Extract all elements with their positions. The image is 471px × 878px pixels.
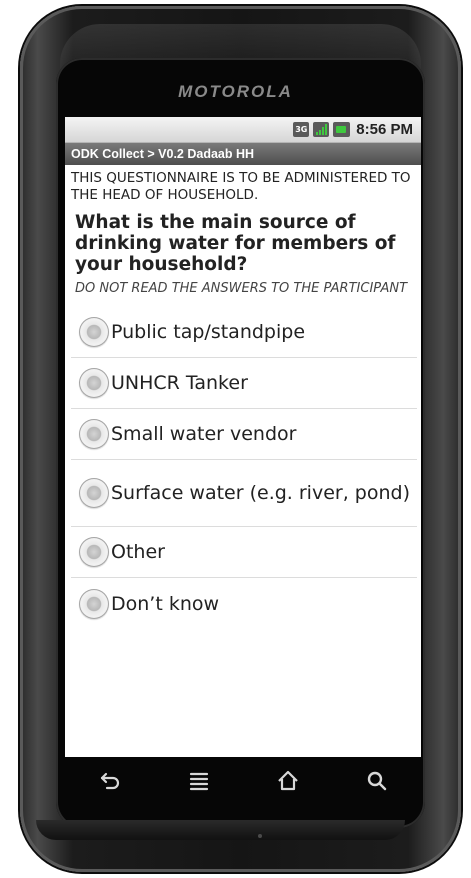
back-icon: [100, 772, 119, 790]
question-hint: DO NOT READ THE ANSWERS TO THE PARTICIPA…: [75, 281, 408, 296]
status-time: 8:56 PM: [356, 121, 413, 138]
answer-options: Public tap/standpipe UNHCR Tanker Small …: [71, 307, 417, 629]
option-dont-know[interactable]: Don’t know: [71, 578, 417, 629]
option-label: Don’t know: [111, 592, 220, 615]
form-preamble: THIS QUESTIONNAIRE IS TO BE ADMINISTERED…: [71, 170, 411, 203]
option-label: Small water vendor: [111, 423, 297, 445]
option-public-tap[interactable]: Public tap/standpipe: [71, 307, 417, 358]
menu-icon: [189, 772, 208, 791]
battery-icon: [333, 122, 351, 137]
search-button[interactable]: [353, 761, 401, 801]
radio-button[interactable]: [79, 478, 109, 508]
device-brand-logo: MOTOROLA: [178, 82, 293, 101]
option-label: UNHCR Tanker: [111, 372, 248, 394]
screen: 3G 8:56 PM ODK Collect > V0.2 Dadaab HH …: [65, 117, 421, 757]
home-button[interactable]: [264, 761, 312, 801]
radio-button[interactable]: [79, 317, 109, 347]
menu-button[interactable]: [175, 761, 223, 801]
option-surface-water[interactable]: Surface water (e.g. river, pond): [71, 460, 417, 527]
option-small-water-vendor[interactable]: Small water vendor: [71, 409, 417, 460]
signal-icon: [313, 122, 330, 137]
question-text: What is the main source of drinking wate…: [75, 212, 396, 275]
form-content: THIS QUESTIONNAIRE IS TO BE ADMINISTERED…: [65, 165, 421, 629]
phone-bottom-lip: [36, 820, 405, 840]
microphone-dot: [258, 834, 262, 838]
option-label: Other: [111, 541, 165, 563]
radio-button[interactable]: [79, 588, 109, 619]
radio-button[interactable]: [79, 368, 109, 398]
app-title-bar: ODK Collect > V0.2 Dadaab HH: [65, 143, 421, 165]
back-button[interactable]: [86, 761, 134, 801]
option-other[interactable]: Other: [71, 527, 417, 578]
hardware-nav-bar: [65, 757, 421, 805]
option-label: Surface water (e.g. river, pond): [111, 482, 410, 504]
search-icon: [367, 771, 386, 791]
home-icon: [277, 770, 298, 791]
option-label: Public tap/standpipe: [111, 321, 306, 343]
status-bar: 3G 8:56 PM: [65, 117, 421, 143]
radio-button[interactable]: [79, 419, 109, 449]
option-unhcr-tanker[interactable]: UNHCR Tanker: [71, 358, 417, 409]
radio-button[interactable]: [79, 537, 109, 567]
3g-icon: 3G: [293, 122, 310, 137]
